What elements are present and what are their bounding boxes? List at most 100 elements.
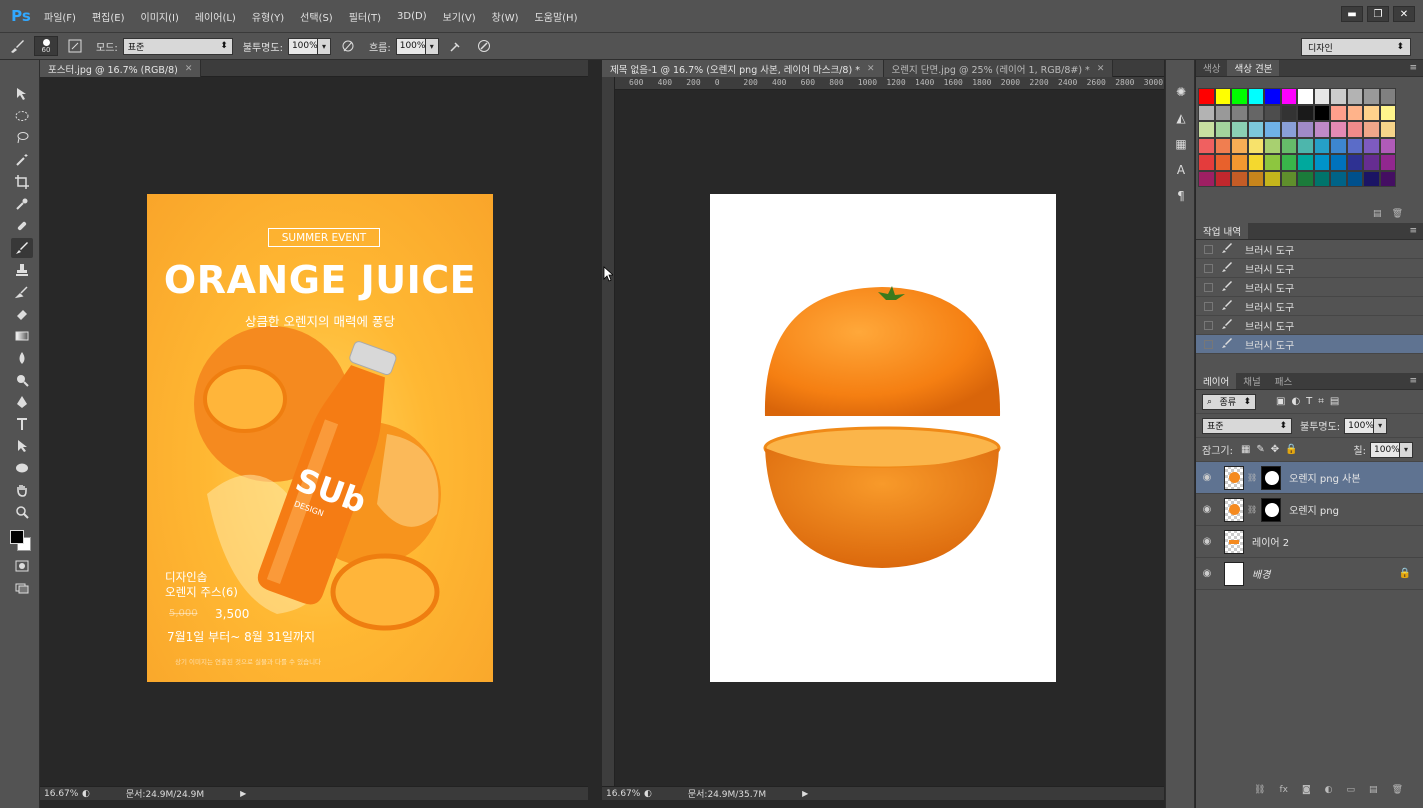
visibility-eye-icon[interactable]: ◉ [1196,472,1218,483]
menu-help[interactable]: 도움말(H) [527,9,586,24]
color-swatch[interactable] [1247,154,1264,171]
brush-size-picker[interactable]: 60 [34,36,58,56]
add-mask-icon[interactable]: ◙ [1302,785,1311,795]
close-tab-icon[interactable]: ✕ [1097,64,1105,74]
color-swatch[interactable] [1231,104,1248,121]
color-swatch[interactable] [1313,88,1330,105]
poster-canvas[interactable]: SUb DESIGN SUMMER EVENT ORANGE JUICE 상큼한… [147,194,493,682]
paragraph-panel-icon[interactable]: ¶ [1170,186,1192,206]
hand-tool-icon[interactable] [11,480,33,500]
link-layers-icon[interactable]: ⛓ [1254,785,1265,795]
color-swatch[interactable] [1346,104,1363,121]
panel-menu-icon[interactable]: ≡ [1409,223,1423,239]
menu-type[interactable]: 유형(Y) [244,9,292,24]
color-swatch[interactable] [1198,104,1215,121]
tab-layers[interactable]: 레이어 [1196,373,1237,389]
color-swatch[interactable] [1379,170,1396,187]
foreground-color-swatch[interactable] [10,530,24,544]
color-swatch[interactable] [1247,88,1264,105]
fill-input[interactable]: 100% [1370,441,1400,458]
color-swatch[interactable] [1297,137,1314,154]
color-swatch[interactable] [1198,170,1215,187]
zoom-level[interactable]: 16.67% [602,789,644,799]
histogram-icon[interactable]: ◭ [1170,108,1192,128]
dodge-tool-icon[interactable] [11,370,33,390]
restore-button[interactable]: ❐ [1367,6,1389,22]
color-swatch[interactable] [1214,104,1231,121]
path-selection-tool-icon[interactable] [11,436,33,456]
color-swatch[interactable] [1214,154,1231,171]
move-tool-icon[interactable] [11,84,33,104]
flow-dropdown-icon[interactable]: ▾ [425,37,439,55]
blur-tool-icon[interactable] [11,348,33,368]
history-item[interactable]: 브러시 도구 [1196,259,1423,278]
eyedropper-tool-icon[interactable] [11,194,33,214]
visibility-eye-icon[interactable]: ◉ [1196,568,1218,579]
history-brush-tool-icon[interactable] [11,282,33,302]
new-group-icon[interactable]: ▭ [1347,785,1356,795]
color-swatch[interactable] [1379,104,1396,121]
menu-file[interactable]: 파일(F) [36,9,84,24]
character-panel-icon[interactable]: A [1170,160,1192,180]
close-button[interactable]: ✕ [1393,6,1415,22]
fill-dropdown-icon[interactable]: ▾ [1400,441,1413,458]
gradient-tool-icon[interactable] [11,326,33,346]
color-swatch[interactable] [1363,104,1380,121]
history-item[interactable]: 브러시 도구 [1196,297,1423,316]
color-swatch[interactable] [1198,88,1215,105]
color-swatch[interactable] [1264,154,1281,171]
color-swatch[interactable] [1297,154,1314,171]
layer-filter-icons[interactable]: ▣◐T⌗▤ [1276,396,1345,407]
layer-row[interactable]: ◉ 배경 🔒 [1196,558,1423,590]
status-menu-arrow-icon[interactable]: ▶ [802,789,808,798]
layer-row[interactable]: ◉ 레이어 2 [1196,526,1423,558]
color-swatch[interactable] [1313,137,1330,154]
color-swatch[interactable] [1330,137,1347,154]
color-swatch[interactable] [1297,88,1314,105]
history-checkbox[interactable] [1204,263,1213,273]
color-swatch[interactable] [1280,154,1297,171]
opacity-dropdown-icon[interactable]: ▾ [317,37,331,55]
history-item[interactable]: 브러시 도구 [1196,316,1423,335]
color-swatch[interactable] [1363,154,1380,171]
tab-poster[interactable]: 포스터.jpg @ 16.7% (RGB/8) ✕ [40,60,202,77]
color-swatch[interactable] [1297,121,1314,138]
info-panel-icon[interactable]: ▦ [1170,134,1192,154]
color-swatch[interactable] [1264,88,1281,105]
color-swatch[interactable] [1330,121,1347,138]
color-swatch[interactable] [1297,104,1314,121]
color-swatch[interactable] [1363,121,1380,138]
color-swatch[interactable] [1330,88,1347,105]
pressure-size-icon[interactable] [473,36,495,56]
new-layer-icon[interactable]: ▤ [1369,785,1378,795]
history-item[interactable]: 브러시 도구 [1196,240,1423,259]
color-swatch[interactable] [1313,104,1330,121]
trash-icon[interactable]: 🗑 [1392,209,1403,219]
color-swatch[interactable] [1198,121,1215,138]
mode-select[interactable]: 표준 ⬍ [122,37,233,55]
ellipse-tool-icon[interactable] [11,458,33,478]
screen-mode-icon[interactable] [11,578,33,598]
color-swatch[interactable] [1231,88,1248,105]
layer-opacity-dropdown-icon[interactable]: ▾ [1374,417,1388,434]
quick-mask-icon[interactable] [11,556,33,576]
color-swatch[interactable] [1198,137,1215,154]
pressure-opacity-icon[interactable] [337,36,359,56]
panel-menu-icon[interactable]: ≡ [1409,373,1423,389]
history-checkbox[interactable] [1204,244,1213,254]
layer-row[interactable]: ◉ ⛓ 오렌지 png 사본 [1196,462,1423,494]
color-swatch[interactable] [1313,170,1330,187]
menu-filter[interactable]: 필터(T) [341,9,389,24]
color-swatch[interactable] [1297,170,1314,187]
document-canvas[interactable] [710,194,1056,682]
menu-select[interactable]: 선택(S) [292,9,341,24]
close-tab-icon[interactable]: ✕ [185,64,193,74]
color-swatch[interactable] [1280,104,1297,121]
color-swatch[interactable] [1379,121,1396,138]
history-checkbox[interactable] [1204,301,1213,311]
zoom-level[interactable]: 16.67% [40,789,82,799]
color-swatch[interactable] [1379,137,1396,154]
history-item[interactable]: 브러시 도구 [1196,278,1423,297]
color-swatch[interactable] [1264,121,1281,138]
color-swatch[interactable] [1214,170,1231,187]
